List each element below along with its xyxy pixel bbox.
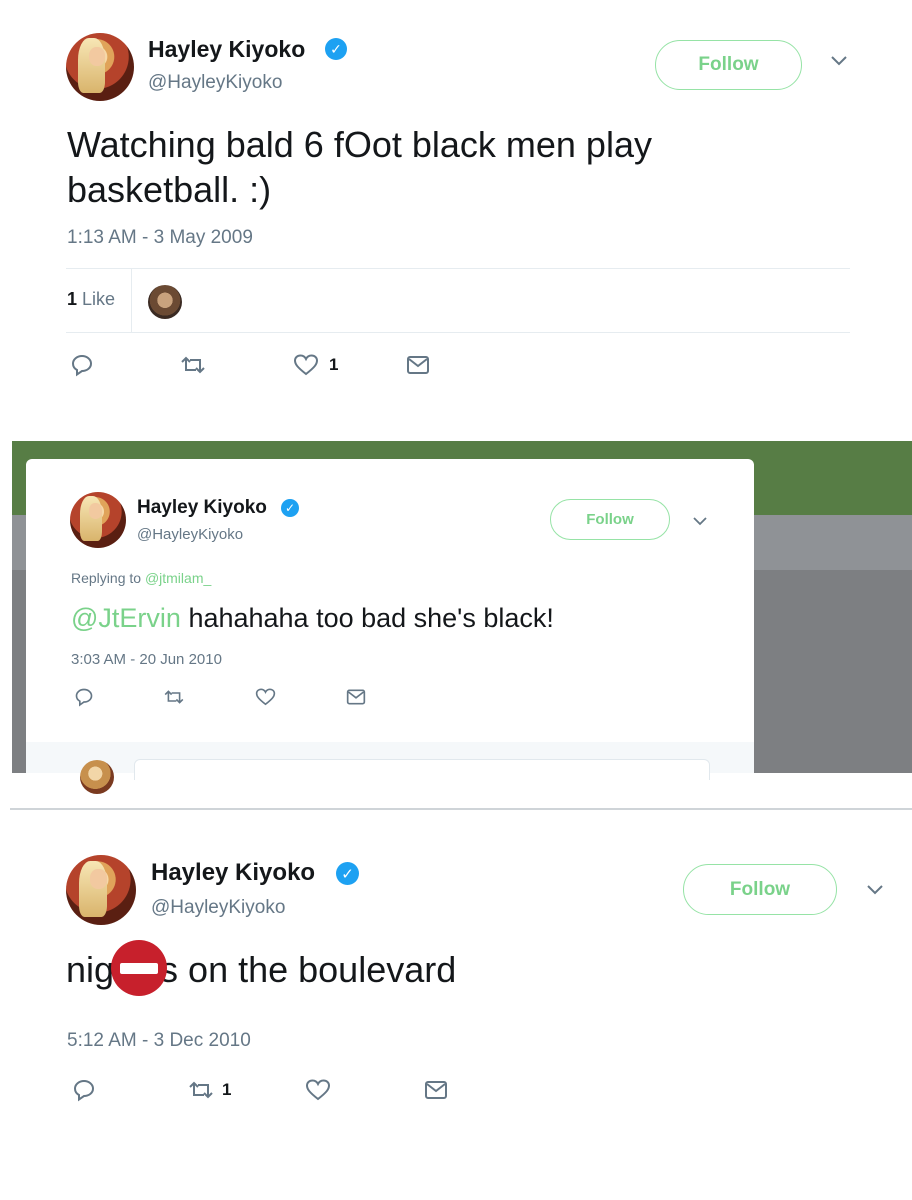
like-action[interactable] — [255, 687, 276, 707]
follow-button[interactable]: Follow — [683, 864, 837, 915]
replying-to: Replying to @jtmilam_ — [71, 570, 211, 586]
tweet-timestamp[interactable]: 5:12 AM - 3 Dec 2010 — [67, 1030, 251, 1052]
user-name[interactable]: Hayley Kiyoko — [151, 859, 315, 887]
envelope-icon — [425, 1081, 447, 1099]
tweet-timestamp[interactable]: 1:13 AM - 3 May 2009 — [67, 227, 253, 249]
reply-icon — [71, 354, 93, 377]
verified-badge-icon: ✓ — [325, 38, 347, 60]
divider — [10, 808, 912, 810]
likes-stat[interactable]: 1 Like — [67, 289, 115, 310]
mention-link[interactable]: @JtErvin — [71, 603, 181, 633]
likes-count: 1 — [67, 289, 78, 309]
retweet-icon — [181, 356, 205, 374]
chevron-down-icon[interactable] — [692, 514, 708, 532]
dm-action[interactable] — [406, 353, 430, 377]
retweet-action[interactable]: 1 — [186, 1078, 231, 1102]
reply-action[interactable] — [72, 1078, 96, 1102]
reply-input[interactable] — [134, 759, 710, 780]
tweet-modal: Hayley Kiyoko ✓ @HayleyKiyoko Follow Rep… — [26, 459, 754, 794]
dm-action[interactable] — [346, 687, 366, 707]
user-handle[interactable]: @HayleyKiyoko — [148, 72, 282, 94]
tweet-timestamp[interactable]: 3:03 AM - 20 Jun 2010 — [71, 651, 222, 668]
replying-prefix: Replying to — [71, 570, 142, 586]
heart-icon — [305, 1079, 331, 1101]
like-action[interactable]: 1 — [293, 353, 338, 377]
replying-to-link[interactable]: @jtmilam_ — [145, 570, 211, 586]
liker-avatar[interactable] — [148, 285, 182, 319]
retweet-action[interactable] — [162, 687, 186, 707]
user-name[interactable]: Hayley Kiyoko — [148, 36, 305, 63]
tweet-text-start: nig — [66, 949, 115, 990]
tweet-text-body: hahahaha too bad she's black! — [180, 603, 554, 633]
user-handle[interactable]: @HayleyKiyoko — [151, 897, 285, 919]
avatar[interactable] — [70, 492, 126, 548]
like-action[interactable] — [305, 1078, 331, 1102]
heart-icon — [255, 688, 276, 706]
dm-action[interactable] — [424, 1078, 448, 1102]
tweet-text: Watching bald 6 fOot black men play bask… — [67, 124, 652, 210]
tweet-text: @JtErvin hahahaha too bad she's black! — [71, 602, 554, 636]
follow-button[interactable]: Follow — [550, 499, 670, 540]
divider — [66, 332, 850, 333]
heart-icon — [293, 354, 319, 376]
no-entry-emoji-icon — [111, 940, 167, 996]
envelope-icon — [407, 356, 429, 374]
avatar[interactable] — [66, 33, 134, 101]
chevron-down-icon[interactable] — [865, 883, 885, 902]
reply-action[interactable] — [74, 687, 94, 707]
follow-button[interactable]: Follow — [655, 40, 802, 90]
reply-action[interactable] — [70, 353, 94, 377]
avatar — [80, 760, 114, 794]
retweet-icon — [189, 1081, 213, 1099]
like-count: 1 — [329, 355, 339, 374]
verified-badge-icon: ✓ — [281, 499, 299, 517]
tweet-text-end: s on the boulevard — [160, 949, 457, 990]
chevron-down-icon[interactable] — [829, 54, 849, 73]
verified-badge-icon: ✓ — [336, 862, 359, 885]
envelope-icon — [346, 689, 366, 705]
retweet-icon — [164, 690, 184, 704]
divider — [66, 268, 850, 269]
reply-icon — [73, 1079, 95, 1102]
likes-label: Like — [82, 289, 116, 309]
retweet-count: 1 — [222, 1080, 232, 1099]
vertical-divider — [131, 268, 132, 332]
reply-icon — [75, 688, 93, 707]
retweet-action[interactable] — [178, 353, 208, 377]
user-name[interactable]: Hayley Kiyoko — [137, 497, 267, 519]
user-handle[interactable]: @HayleyKiyoko — [137, 526, 243, 543]
avatar[interactable] — [66, 855, 136, 925]
